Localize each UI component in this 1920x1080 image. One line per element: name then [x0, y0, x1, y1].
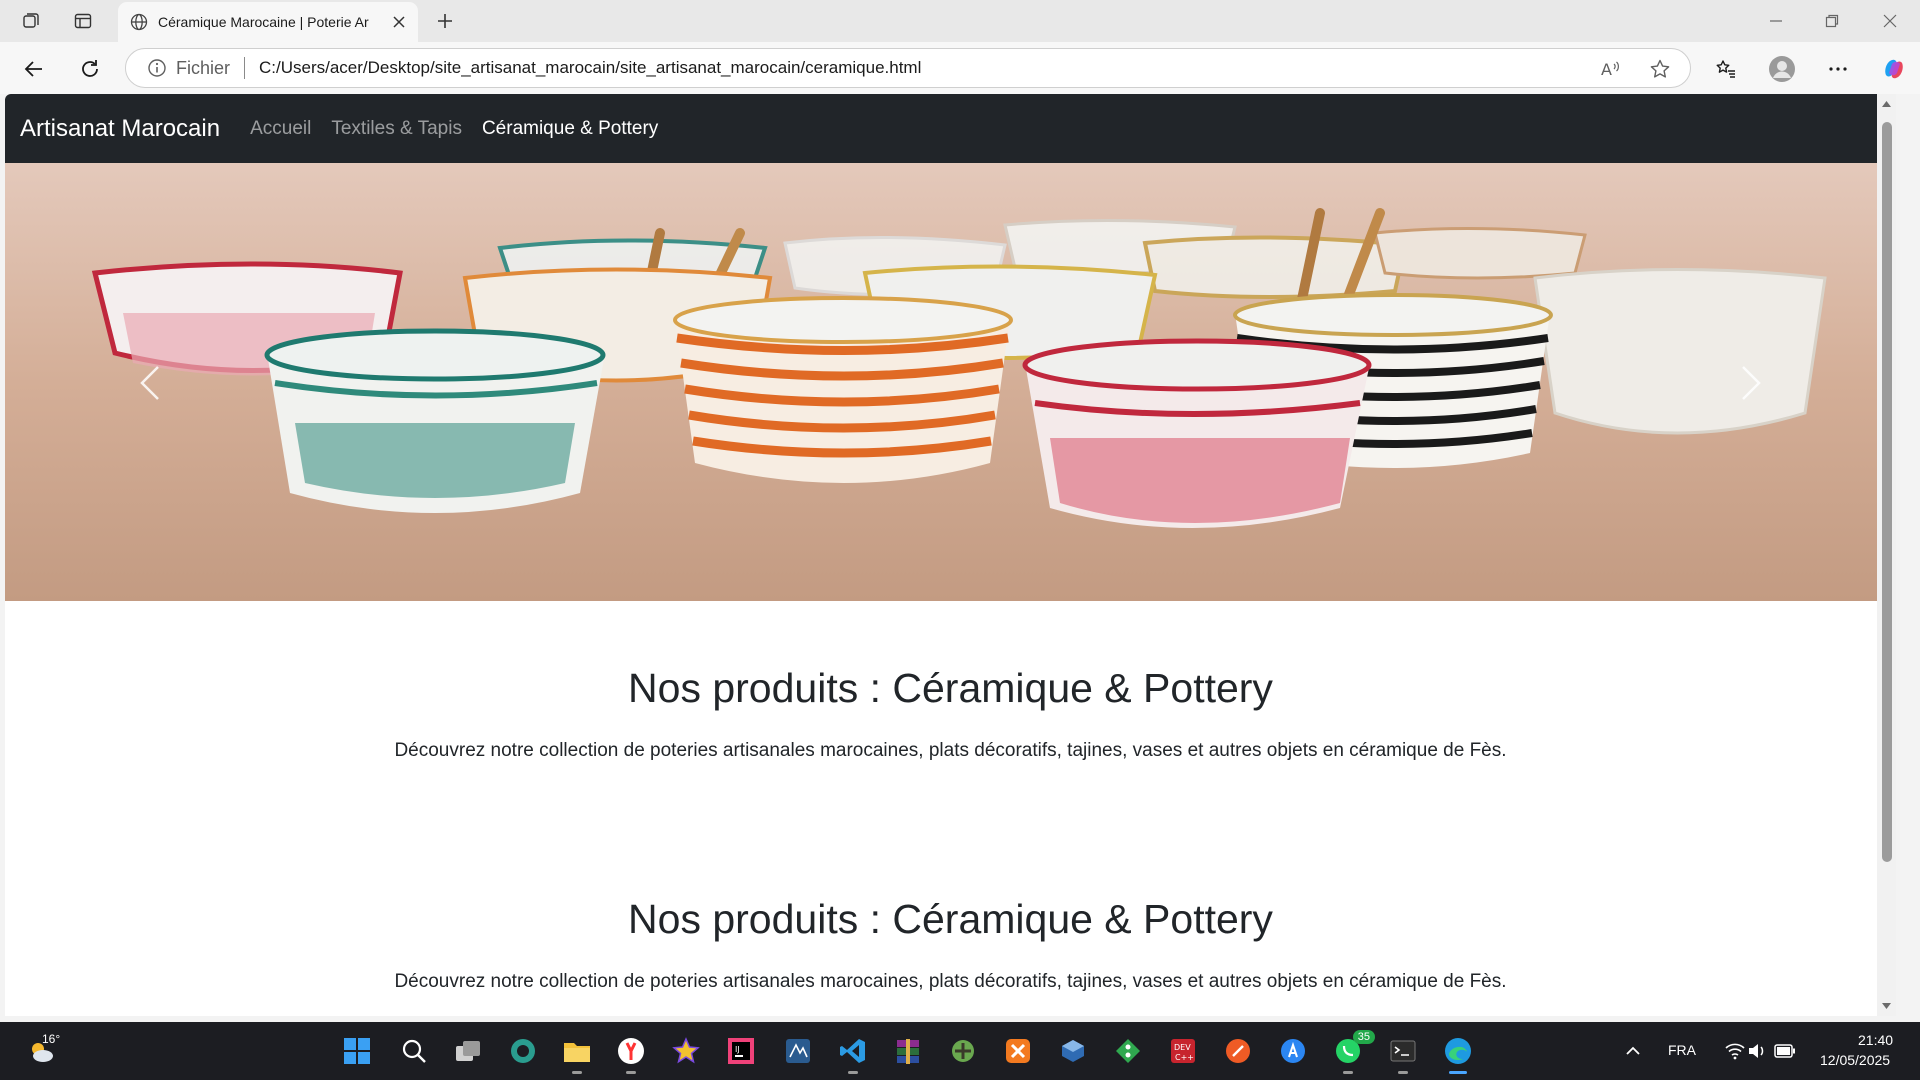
whatsapp-badge: 35: [1352, 1030, 1375, 1044]
address-bar[interactable]: Fichier C:/Users/acer/Desktop/site_artis…: [125, 48, 1691, 88]
clock-time[interactable]: 21:40: [1858, 1032, 1893, 1048]
weather-temperature: 16°: [42, 1032, 61, 1046]
green-app-icon[interactable]: [946, 1034, 980, 1068]
section-heading: Nos produits : Céramique & Pottery: [628, 665, 1273, 711]
browser-toolbar: Fichier C:/Users/acer/Desktop/site_artis…: [0, 42, 1920, 94]
carousel-next-button[interactable]: [1721, 353, 1781, 413]
star-app-icon[interactable]: [669, 1034, 703, 1068]
edge-dev-icon[interactable]: [506, 1034, 540, 1068]
svg-text:C++: C++: [1175, 1053, 1194, 1062]
tab-strip: Céramique Marocaine | Poterie Ar: [0, 0, 1920, 42]
address-url[interactable]: C:/Users/acer/Desktop/site_artisanat_mar…: [259, 58, 921, 78]
sql-developer-icon[interactable]: [781, 1034, 815, 1068]
products-section: Nos produits : Céramique & Pottery Décou…: [5, 665, 1896, 762]
new-tab-button[interactable]: [428, 6, 462, 36]
minimize-button[interactable]: [1748, 0, 1804, 42]
refresh-button[interactable]: [72, 51, 108, 87]
profile-avatar[interactable]: [1764, 51, 1800, 87]
devcpp-icon[interactable]: DEV C++: [1166, 1034, 1200, 1068]
scrollbar-thumb[interactable]: [1882, 122, 1892, 862]
yandex-browser-icon[interactable]: [614, 1034, 648, 1074]
section-heading: Nos produits : Céramique & Pottery: [628, 896, 1273, 942]
ceramic-bowls-photo: [5, 163, 1896, 601]
start-icon[interactable]: [340, 1034, 374, 1068]
svg-text:IJ: IJ: [735, 1045, 740, 1054]
brand-logo-text[interactable]: Artisanat Marocain: [20, 115, 220, 143]
winrar-icon[interactable]: [891, 1034, 925, 1068]
carousel-prev-button[interactable]: [120, 353, 180, 413]
address-scheme: Fichier: [176, 57, 231, 78]
svg-text:DEV: DEV: [1174, 1043, 1191, 1052]
favorite-star-icon[interactable]: [1648, 57, 1672, 81]
section-description: Découvrez notre collection de poteries a…: [394, 971, 1507, 992]
nav-link-ceramique[interactable]: Céramique & Pottery: [482, 118, 658, 140]
nav-link-accueil[interactable]: Accueil: [250, 118, 311, 140]
section-description: Découvrez notre collection de poteries a…: [394, 740, 1507, 761]
file-explorer-icon[interactable]: [560, 1034, 594, 1074]
more-options-icon[interactable]: [1820, 51, 1856, 87]
workspaces-icon[interactable]: [14, 6, 48, 36]
globe-icon: [130, 13, 148, 31]
vertical-scrollbar[interactable]: [1877, 94, 1896, 1016]
read-aloud-icon[interactable]: A: [1598, 57, 1622, 81]
svg-text:A: A: [1601, 60, 1612, 79]
close-tab-icon[interactable]: [392, 15, 406, 29]
intellij-icon[interactable]: IJ: [724, 1034, 758, 1068]
copilot-icon[interactable]: [1876, 51, 1912, 87]
tab-title: Céramique Marocaine | Poterie Ar: [158, 14, 369, 30]
page-viewport: Artisanat Marocain Accueil Textiles & Ta…: [5, 94, 1896, 1016]
address-separator: [244, 57, 246, 79]
clock-date[interactable]: 12/05/2025: [1820, 1052, 1890, 1068]
scroll-down-arrow[interactable]: [1881, 1002, 1892, 1010]
windows-taskbar: 16° IJ DEV C++ 35 FRA 21:40 12/05/2025: [0, 1022, 1920, 1080]
xampp-icon[interactable]: [1001, 1034, 1035, 1068]
whatsapp-icon[interactable]: 35: [1331, 1030, 1375, 1074]
vscode-icon[interactable]: [836, 1034, 870, 1074]
language-indicator[interactable]: FRA: [1668, 1042, 1696, 1058]
edge-icon[interactable]: [1441, 1034, 1475, 1074]
task-view-icon[interactable]: [451, 1034, 485, 1068]
restore-button[interactable]: [1804, 0, 1860, 42]
git-icon[interactable]: [1111, 1034, 1145, 1068]
info-icon[interactable]: [146, 57, 168, 79]
favorites-icon[interactable]: [1708, 51, 1744, 87]
postman-icon[interactable]: [1221, 1034, 1255, 1068]
app-store-icon[interactable]: [1276, 1034, 1310, 1068]
back-button[interactable]: [16, 51, 52, 87]
scroll-up-arrow[interactable]: [1881, 100, 1892, 108]
active-tab[interactable]: Céramique Marocaine | Poterie Ar: [118, 2, 418, 42]
nav-link-textiles[interactable]: Textiles & Tapis: [331, 118, 462, 140]
hero-carousel: [5, 163, 1896, 601]
terminal-icon[interactable]: [1386, 1034, 1420, 1074]
show-hidden-icons-icon[interactable]: [1616, 1034, 1650, 1068]
vertical-tabs-icon[interactable]: [66, 6, 100, 36]
search-icon[interactable]: [397, 1034, 431, 1068]
site-navbar: Artisanat Marocain Accueil Textiles & Ta…: [5, 94, 1896, 163]
products-section: Nos produits : Céramique & Pottery Décou…: [5, 896, 1896, 993]
close-window-button[interactable]: [1862, 0, 1918, 42]
battery-icon[interactable]: [1768, 1034, 1802, 1068]
virtualbox-icon[interactable]: [1056, 1034, 1090, 1068]
